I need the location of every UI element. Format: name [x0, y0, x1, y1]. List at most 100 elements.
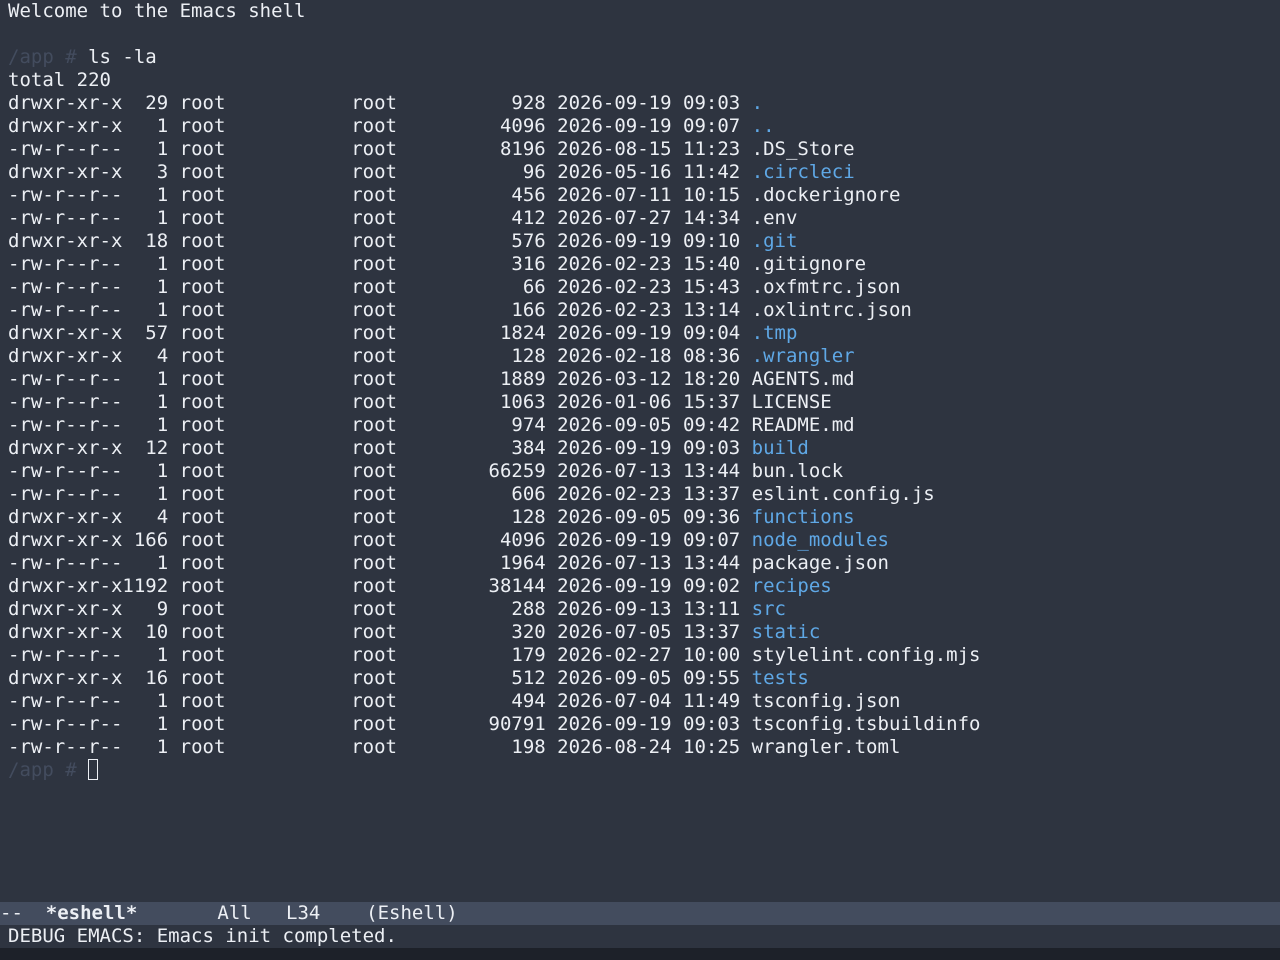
entry-time: 13:14: [683, 299, 741, 321]
entry-directory-name[interactable]: recipes: [752, 575, 832, 597]
entry-file-name[interactable]: wrangler.toml: [752, 736, 901, 758]
entry-file-name[interactable]: eslint.config.js: [752, 483, 935, 505]
entry-time: 13:37: [683, 621, 741, 643]
entry-owner: root: [179, 506, 226, 528]
entry-date: 2026-09-19: [557, 713, 672, 735]
entry-link-count: 1: [156, 460, 169, 482]
entry-group: root: [351, 736, 397, 758]
entry-link-count: 1: [156, 184, 169, 206]
entry-file-name[interactable]: package.json: [752, 552, 889, 574]
entry-file-name[interactable]: .env: [752, 207, 798, 229]
entry-permissions: -rw-r--r--: [8, 299, 123, 321]
modeline-buffer-name[interactable]: *eshell*: [46, 902, 138, 924]
welcome-banner: Welcome to the Emacs shell: [8, 0, 306, 22]
eshell-buffer[interactable]: Welcome to the Emacs shell /app # ls -la…: [8, 0, 1272, 900]
modeline-line-number: L34: [286, 902, 321, 924]
entry-permissions: -rw-r--r--: [8, 391, 123, 413]
entry-link-count: 16: [145, 667, 169, 689]
entry-time: 11:42: [683, 161, 741, 183]
shell-prompt: /app #: [8, 46, 89, 68]
entry-directory-name[interactable]: ..: [752, 115, 775, 137]
entry-owner: root: [179, 322, 226, 344]
entry-time: 15:43: [683, 276, 741, 298]
entry-file-name[interactable]: AGENTS.md: [752, 368, 855, 390]
entry-group: root: [351, 437, 397, 459]
entry-group: root: [351, 391, 397, 413]
entry-group: root: [351, 460, 397, 482]
entry-directory-name[interactable]: static: [752, 621, 821, 643]
entry-directory-name[interactable]: .git: [752, 230, 798, 252]
text-cursor: [88, 759, 99, 780]
mode-line: -- *eshell* All L34 (Eshell): [0, 902, 1280, 925]
entry-file-name[interactable]: .gitignore: [752, 253, 866, 275]
entry-directory-name[interactable]: node_modules: [752, 529, 889, 551]
listing-row: -rw-r--r-- 1 root root 412 2026-07-27 14…: [8, 207, 1272, 230]
entry-group: root: [351, 368, 397, 390]
entry-file-name[interactable]: .oxlintrc.json: [752, 299, 912, 321]
entry-permissions: drwxr-xr-x: [8, 115, 123, 137]
entry-file-name[interactable]: tsconfig.json: [752, 690, 901, 712]
entry-date: 2026-01-06: [557, 391, 672, 413]
entry-link-count: 1: [156, 690, 169, 712]
entry-file-name[interactable]: LICENSE: [752, 391, 832, 413]
entry-owner: root: [179, 621, 226, 643]
entry-permissions: -rw-r--r--: [8, 713, 123, 735]
entry-permissions: -rw-r--r--: [8, 483, 123, 505]
input-line[interactable]: /app #: [8, 759, 1272, 782]
entry-owner: root: [179, 736, 226, 758]
entry-group: root: [351, 414, 397, 436]
entry-file-name[interactable]: .oxfmtrc.json: [752, 276, 901, 298]
entry-directory-name[interactable]: .wrangler: [752, 345, 855, 367]
listing-row: -rw-r--r-- 1 root root 974 2026-09-05 09…: [8, 414, 1272, 437]
listing-row: drwxr-xr-x 18 root root 576 2026-09-19 0…: [8, 230, 1272, 253]
listing-row: -rw-r--r-- 1 root root 179 2026-02-27 10…: [8, 644, 1272, 667]
entry-date: 2026-03-12: [557, 368, 672, 390]
entry-group: root: [351, 115, 397, 137]
entry-time: 09:10: [683, 230, 741, 252]
entry-permissions: -rw-r--r--: [8, 414, 123, 436]
entry-date: 2026-07-13: [557, 460, 672, 482]
entry-directory-name[interactable]: tests: [752, 667, 809, 689]
entry-file-name[interactable]: stylelint.config.mjs: [752, 644, 981, 666]
entry-size: 198: [511, 736, 546, 758]
entry-permissions: drwxr-xr-x: [8, 322, 123, 344]
entry-date: 2026-09-19: [557, 92, 672, 114]
entry-directory-name[interactable]: .: [752, 92, 763, 114]
entry-permissions: -rw-r--r--: [8, 552, 123, 574]
entry-time: 08:36: [683, 345, 741, 367]
entry-directory-name[interactable]: .circleci: [752, 161, 855, 183]
entry-group: root: [351, 184, 397, 206]
entry-date: 2026-08-24: [557, 736, 672, 758]
entry-permissions: drwxr-xr-x: [8, 230, 123, 252]
frame-bottom-edge: [0, 948, 1280, 960]
listing-row: -rw-r--r-- 1 root root 494 2026-07-04 11…: [8, 690, 1272, 713]
entry-size: 512: [511, 667, 546, 689]
listing-row: -rw-r--r-- 1 root root 8196 2026-08-15 1…: [8, 138, 1272, 161]
entry-directory-name[interactable]: build: [752, 437, 809, 459]
entry-owner: root: [179, 391, 226, 413]
entry-permissions: -rw-r--r--: [8, 253, 123, 275]
entry-size: 38144: [488, 575, 546, 597]
modeline-major-mode[interactable]: (Eshell): [366, 902, 458, 924]
entry-owner: root: [179, 115, 226, 137]
entry-date: 2026-02-23: [557, 299, 672, 321]
entry-time: 09:55: [683, 667, 741, 689]
entry-date: 2026-09-19: [557, 437, 672, 459]
entry-directory-name[interactable]: src: [752, 598, 786, 620]
entry-link-count: 1: [156, 736, 169, 758]
entry-size: 8196: [499, 138, 546, 160]
entry-group: root: [351, 690, 397, 712]
entry-size: 1824: [499, 322, 546, 344]
entry-time: 09:07: [683, 115, 741, 137]
entry-time: 18:20: [683, 368, 741, 390]
entry-file-name[interactable]: .dockerignore: [752, 184, 901, 206]
entry-directory-name[interactable]: .tmp: [752, 322, 798, 344]
entry-file-name[interactable]: .DS_Store: [752, 138, 855, 160]
entry-date: 2026-09-05: [557, 506, 672, 528]
entry-link-count: 1: [156, 391, 169, 413]
entry-directory-name[interactable]: functions: [752, 506, 855, 528]
entry-size: 576: [511, 230, 546, 252]
entry-file-name[interactable]: README.md: [752, 414, 855, 436]
entry-file-name[interactable]: bun.lock: [752, 460, 844, 482]
entry-file-name[interactable]: tsconfig.tsbuildinfo: [752, 713, 981, 735]
